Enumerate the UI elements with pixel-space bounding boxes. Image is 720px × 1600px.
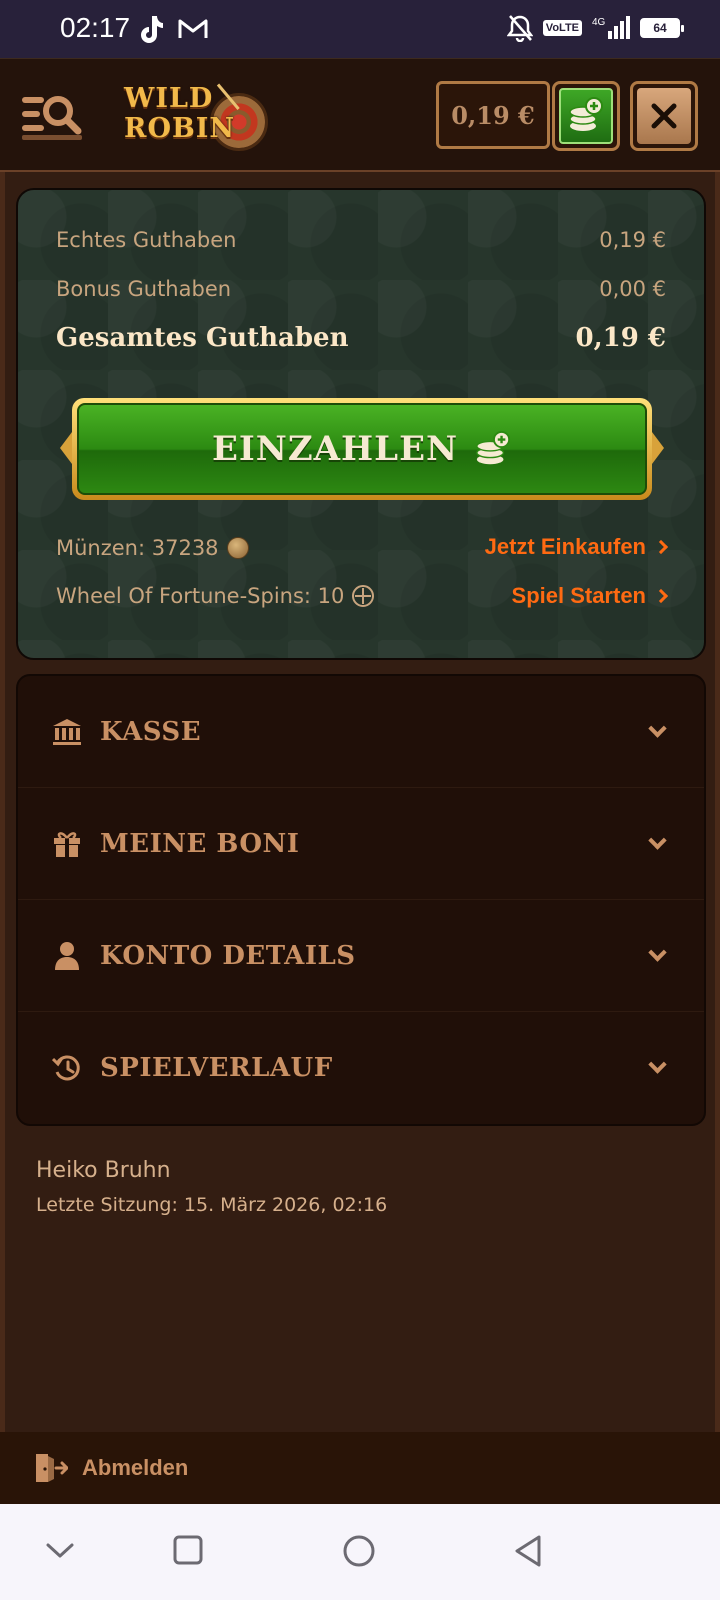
- chevron-down-icon: [648, 943, 667, 962]
- chevron-right-icon: [653, 539, 669, 555]
- chevron-down-icon: [648, 719, 667, 738]
- menu-item-meine-boni[interactable]: MEINE BONI: [18, 788, 704, 900]
- menu-item-konto-details[interactable]: KONTO DETAILS: [18, 900, 704, 1012]
- wheel-icon: [352, 585, 375, 607]
- logo-line1: WILD: [124, 83, 214, 114]
- menu-search-icon[interactable]: [20, 89, 86, 141]
- menu-item-kasse[interactable]: KASSE: [18, 676, 704, 788]
- account-menu: KASSE MEINE BONI KONTO DETAILS SPIELVERL…: [16, 674, 706, 1126]
- deposit-button[interactable]: EINZAHLEN: [60, 398, 664, 500]
- gmail-icon: [178, 19, 208, 38]
- real-balance-row: Echtes Guthaben 0,19 €: [56, 228, 666, 252]
- coin-icon: [226, 537, 249, 559]
- bonus-balance-value: 0,00 €: [599, 277, 666, 301]
- battery-icon: 64: [640, 18, 684, 38]
- notifications-off-icon: [506, 15, 533, 42]
- header-deposit-button[interactable]: [552, 81, 620, 151]
- total-balance-label: Gesamtes Guthaben: [56, 323, 349, 353]
- shop-now-label: Jetzt Einkaufen: [484, 534, 646, 559]
- coins-plus-icon: [476, 430, 511, 465]
- last-session: Letzte Sitzung: 15. März 2026, 02:16: [36, 1194, 388, 1216]
- wild-robin-logo[interactable]: WILD ROBIN: [120, 77, 280, 157]
- start-game-label: Spiel Starten: [511, 583, 646, 608]
- gift-icon: [52, 829, 82, 859]
- app-header: WILD ROBIN 0,19 €: [0, 58, 720, 172]
- left-border: [0, 172, 5, 1432]
- header-balance[interactable]: 0,19 €: [436, 81, 550, 149]
- bonus-balance-label: Bonus Guthaben: [56, 277, 232, 301]
- status-time: 02:17: [60, 12, 131, 43]
- coins-plus-icon: [569, 97, 603, 131]
- close-button[interactable]: [630, 81, 698, 151]
- logout-label: Abmelden: [82, 1455, 189, 1480]
- history-icon: [52, 1053, 82, 1083]
- nav-down-icon[interactable]: [44, 1534, 76, 1566]
- user-name: Heiko Bruhn: [36, 1158, 171, 1183]
- total-balance-value: 0,19 €: [575, 323, 666, 353]
- spins-info: Wheel Of Fortune-Spins: 10: [56, 584, 375, 608]
- user-icon: [52, 941, 82, 971]
- chevron-right-icon: [653, 588, 669, 604]
- right-border: [715, 172, 720, 1432]
- balance-card: Echtes Guthaben 0,19 € Bonus Guthaben 0,…: [16, 188, 706, 772]
- shop-now-link[interactable]: Jetzt Einkaufen: [484, 534, 669, 560]
- coins-info: Münzen: 37238: [56, 536, 249, 560]
- logout-icon: [36, 1454, 68, 1482]
- status-bar: 02:17 VoLTE 4G 64: [0, 0, 720, 58]
- close-icon: [651, 103, 677, 129]
- system-nav-bar: [0, 1504, 720, 1600]
- chevron-down-icon: [648, 831, 667, 850]
- menu-label-spielverlauf: SPIELVERLAUF: [100, 1053, 333, 1083]
- nav-recents-icon[interactable]: [172, 1534, 204, 1566]
- real-balance-label: Echtes Guthaben: [56, 228, 237, 252]
- svg-text:4G: 4G: [592, 17, 606, 28]
- logo-line2: ROBIN: [124, 113, 236, 144]
- coins-text: Münzen: 37238: [56, 536, 219, 560]
- deposit-label: EINZAHLEN: [211, 429, 459, 469]
- logout-button[interactable]: Abmelden: [0, 1432, 720, 1504]
- volte-indicator: VoLTE: [542, 20, 582, 36]
- total-balance-row: Gesamtes Guthaben 0,19 €: [56, 323, 666, 353]
- tiktok-icon: [141, 16, 163, 43]
- menu-label-kasse: KASSE: [100, 716, 202, 747]
- bonus-balance-row: Bonus Guthaben 0,00 €: [56, 277, 666, 301]
- menu-label-meine-boni: MEINE BONI: [100, 828, 300, 859]
- spins-text: Wheel Of Fortune-Spins: 10: [56, 584, 345, 608]
- menu-label-konto-details: KONTO DETAILS: [100, 940, 356, 971]
- nav-back-icon[interactable]: [512, 1534, 546, 1568]
- chevron-down-icon: [648, 1055, 667, 1074]
- signal-icon: 4G: [592, 16, 630, 39]
- real-balance-value: 0,19 €: [599, 228, 666, 252]
- start-game-link[interactable]: Spiel Starten: [511, 583, 669, 609]
- menu-item-spielverlauf[interactable]: SPIELVERLAUF: [18, 1012, 704, 1124]
- nav-home-icon[interactable]: [342, 1534, 376, 1568]
- bank-icon: [52, 717, 82, 747]
